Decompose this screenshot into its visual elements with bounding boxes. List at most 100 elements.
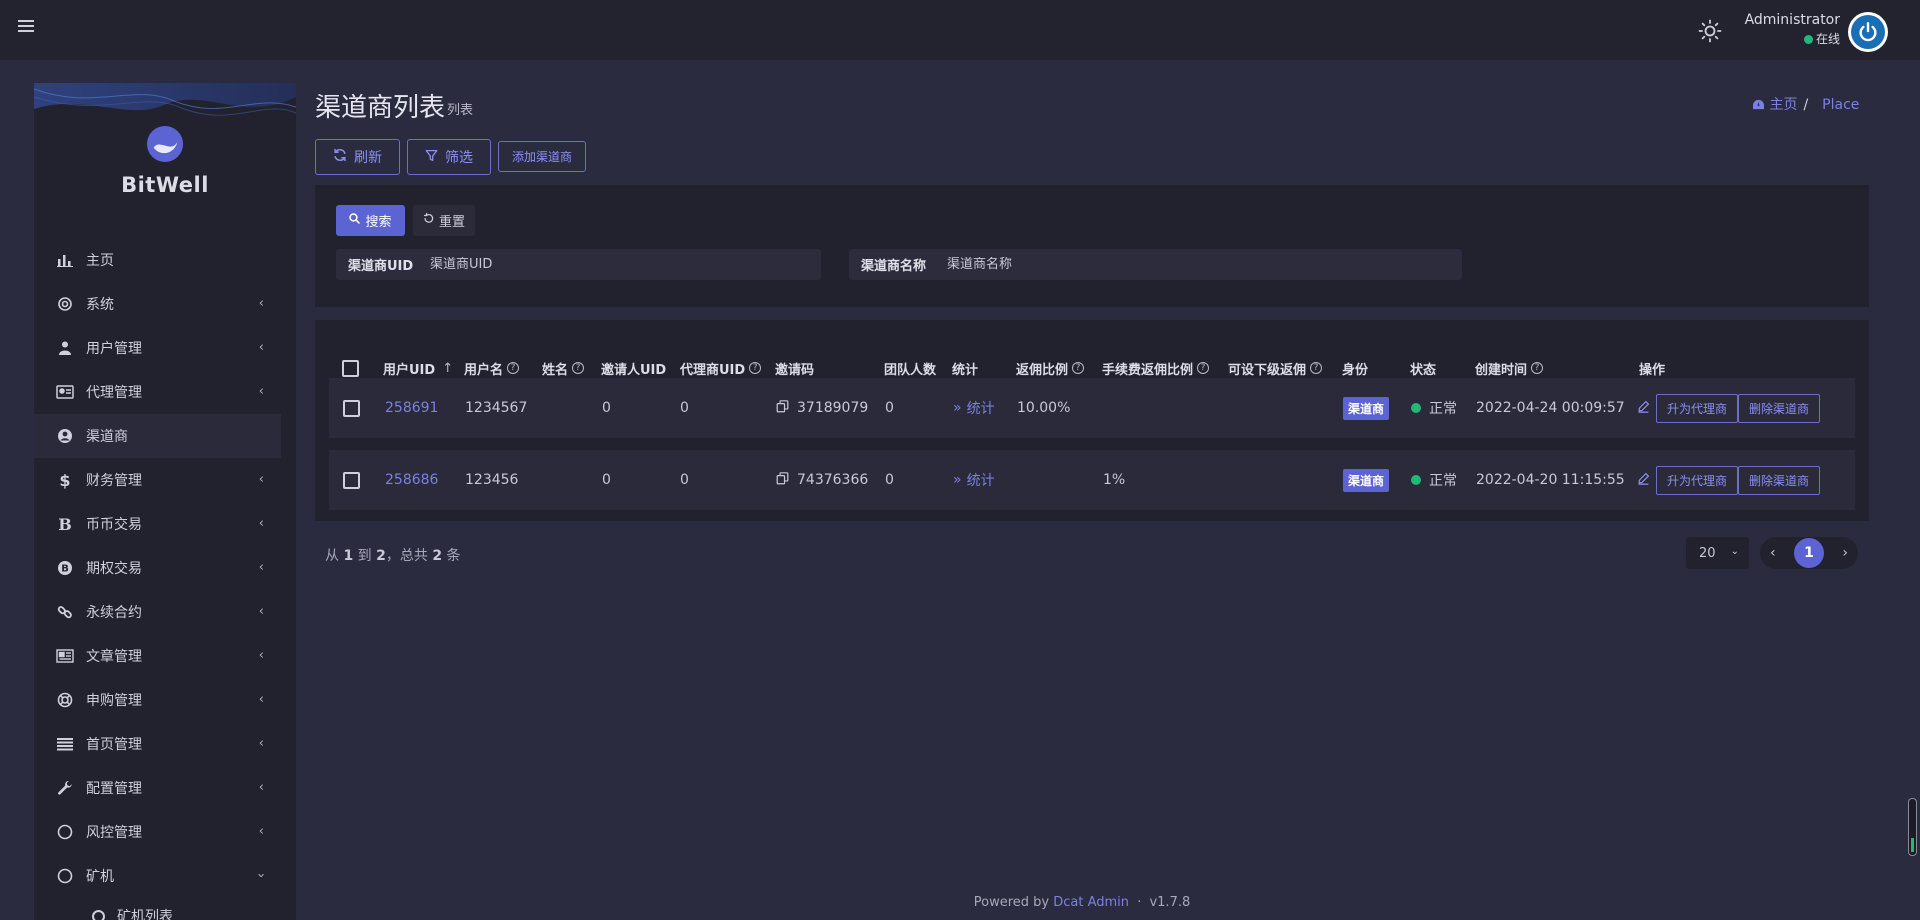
uid-filter-input[interactable] — [426, 257, 821, 272]
sidebar-item-label: 首页管理 — [86, 737, 142, 753]
breadcrumb-separator: / — [1803, 97, 1809, 113]
search-button[interactable]: 搜索 — [336, 205, 405, 236]
sidebar-item-label: 系统 — [86, 297, 114, 313]
column-header-label: 邀请人UID — [601, 362, 667, 378]
sidebar-item-homepage[interactable]: 首页管理 ‹ — [34, 722, 296, 766]
sidebar-item-home[interactable]: 主页 — [34, 238, 296, 282]
user-circle-icon — [56, 427, 74, 445]
copy-icon[interactable] — [776, 399, 789, 417]
question-icon[interactable]: ? — [1197, 362, 1210, 374]
column-header-label: 状态 — [1410, 362, 1437, 378]
stats-link[interactable]: » 统计 — [953, 450, 995, 510]
breadcrumb-home[interactable]: 主页 — [1769, 97, 1797, 113]
row-checkbox[interactable] — [343, 471, 360, 489]
sidebar-item-articles[interactable]: 文章管理 ‹ — [34, 634, 296, 678]
name-filter-field: 渠道商名称 — [849, 249, 1462, 280]
add-channel-button[interactable]: 添加渠道商 — [498, 141, 586, 172]
sidebar-item-subscribe[interactable]: 申购管理 ‹ — [34, 678, 296, 722]
footer-brand-link[interactable]: Dcat Admin — [1053, 895, 1129, 910]
sidebar-item-users[interactable]: 用户管理 ‹ — [34, 326, 296, 370]
list-icon — [56, 735, 74, 753]
delete-channel-button[interactable]: 删除渠道商 — [1738, 465, 1821, 495]
prev-page-icon[interactable]: ‹ — [1770, 545, 1776, 561]
sidebar-item-spot[interactable]: B 币币交易 ‹ — [34, 502, 296, 546]
agent-uid-cell: 0 — [680, 472, 689, 488]
name-filter-input[interactable] — [943, 257, 1462, 272]
scroll-indicator[interactable] — [1908, 798, 1917, 856]
per-page-select[interactable]: 20 ⌄ — [1686, 537, 1749, 569]
summary-text: ，总共 — [385, 548, 428, 564]
reset-button[interactable]: 重置 — [413, 205, 475, 236]
edit-icon[interactable] — [1637, 400, 1650, 417]
sidebar-item-config[interactable]: 配置管理 ‹ — [34, 766, 296, 810]
question-icon[interactable]: ? — [507, 362, 520, 374]
row-select-cell — [343, 450, 360, 510]
invite-code-cell: 74376366 — [776, 450, 868, 510]
role-cell: 渠道商 — [1343, 450, 1390, 510]
next-page-icon[interactable]: › — [1842, 545, 1848, 561]
sort-arrow-icon[interactable]: ↑ — [442, 361, 453, 376]
row-checkbox[interactable] — [343, 399, 360, 417]
column-header-label: 团队人数 — [884, 362, 937, 378]
username-cell: 123456 — [465, 472, 519, 488]
stats-link-label: 统计 — [966, 401, 995, 417]
sidebar-item-finance[interactable]: $ 财务管理 ‹ — [34, 458, 296, 502]
avatar[interactable] — [1848, 12, 1888, 52]
edit-icon[interactable] — [1637, 472, 1650, 489]
name-filter-label: 渠道商名称 — [861, 259, 927, 274]
sidebar-item-options[interactable]: B 期权交易 ‹ — [34, 546, 296, 590]
question-icon[interactable]: ? — [572, 362, 585, 374]
delete-channel-button[interactable]: 删除渠道商 — [1738, 393, 1821, 423]
table-row: 258686 123456 0 0 74376366 0 » 统计 1% 渠道商 … — [329, 450, 1855, 510]
sidebar-item-system[interactable]: 系统 ‹ — [34, 282, 296, 326]
column-header-label: 身份 — [1342, 362, 1369, 378]
chevron-left-icon: ‹ — [258, 736, 264, 751]
hamburger-icon[interactable] — [18, 17, 38, 37]
stats-link[interactable]: » 统计 — [953, 378, 995, 438]
uid-cell[interactable]: 258686 — [385, 450, 438, 510]
filter-button[interactable]: 筛选 — [407, 139, 491, 175]
link-icon — [56, 603, 74, 621]
page-button-current[interactable]: 1 — [1794, 538, 1824, 568]
sidebar-item-label: 矿机 — [86, 869, 114, 885]
upgrade-to-agent-button[interactable]: 升为代理商 — [1656, 465, 1739, 495]
user-status: 在线 — [1740, 30, 1840, 47]
refresh-icon — [333, 148, 347, 166]
lifebuoy-icon — [56, 691, 74, 709]
user-info[interactable]: Administrator 在线 — [1740, 12, 1840, 47]
sidebar-item-label: 期权交易 — [86, 561, 142, 577]
role-badge: 渠道商 — [1343, 396, 1390, 420]
sidebar-item-agents[interactable]: 代理管理 ‹ — [34, 370, 296, 414]
sidebar-item-label: 文章管理 — [86, 649, 142, 665]
uid-cell[interactable]: 258691 — [385, 378, 438, 438]
summary-total: 2 — [432, 548, 443, 564]
summary-text: 从 — [325, 548, 339, 564]
column-header-label: 创建时间 — [1475, 362, 1528, 378]
chevron-down-icon: ‹ — [253, 872, 269, 879]
sidebar-item-perpetual[interactable]: 永续合约 ‹ — [34, 590, 296, 634]
refresh-button[interactable]: 刷新 — [315, 139, 400, 175]
filter-icon — [425, 149, 438, 166]
column-header-label: 邀请码 — [775, 362, 815, 378]
copy-icon[interactable] — [776, 471, 789, 489]
sidebar-item-label: 风控管理 — [86, 825, 142, 841]
sun-icon[interactable] — [1698, 19, 1722, 43]
sidebar-item-miner[interactable]: 矿机 ‹ — [34, 854, 296, 898]
invite-code-cell: 37189079 — [776, 378, 868, 438]
sidebar: BitWell 主页 系统 ‹ 用户管理 ‹ 代理管理 ‹ 渠道商 $ 财务管理… — [34, 83, 296, 920]
chevron-left-icon: ‹ — [258, 692, 264, 707]
question-icon[interactable]: ? — [1531, 362, 1544, 374]
question-icon[interactable]: ? — [1310, 362, 1323, 374]
breadcrumb: 主页 / Place — [1752, 94, 1859, 114]
select-all-checkbox[interactable] — [342, 359, 359, 377]
footer-version: v1.7.8 — [1149, 895, 1191, 910]
question-icon[interactable]: ? — [1072, 362, 1085, 374]
sidebar-item-channel[interactable]: 渠道商 — [34, 414, 281, 458]
question-icon[interactable]: ? — [749, 362, 762, 374]
team-count-cell: 0 — [885, 472, 894, 488]
upgrade-to-agent-button[interactable]: 升为代理商 — [1656, 393, 1739, 423]
sidebar-item-risk[interactable]: 风控管理 ‹ — [34, 810, 296, 854]
chevron-left-icon: ‹ — [258, 384, 264, 399]
agent-uid-cell: 0 — [680, 400, 689, 416]
summary-text: 条 — [446, 548, 461, 564]
